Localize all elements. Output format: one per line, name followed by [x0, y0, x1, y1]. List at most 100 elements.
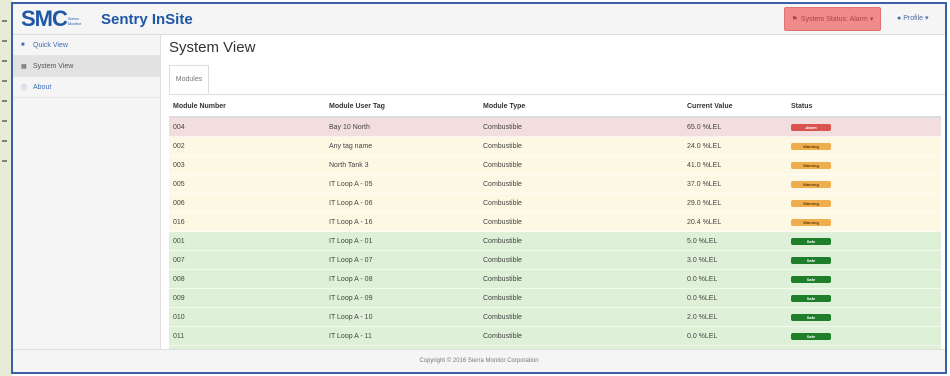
- status-badge: Safe: [791, 332, 831, 340]
- current-value-cell: 3.0 %LEL: [683, 250, 787, 270]
- table-row[interactable]: 010 IT Loop A - 10 Combustible 2.0 %LEL Safe: [169, 307, 941, 327]
- modules-table: Module Number Module User Tag Module Typ…: [169, 97, 941, 364]
- sidebar-item-about[interactable]: ⓘ About: [13, 77, 160, 98]
- status-badge: Safe: [791, 256, 831, 264]
- module-type-cell: Combustible: [479, 155, 683, 175]
- background-tick: [2, 120, 7, 122]
- status-badge: Warning: [791, 161, 831, 169]
- caret-down-icon: ▾: [924, 15, 929, 22]
- column-header-current-value[interactable]: Current Value: [683, 97, 787, 118]
- sidebar-item-label: System View: [33, 62, 74, 70]
- table-row[interactable]: 008 IT Loop A - 08 Combustible 0.0 %LEL Safe: [169, 269, 941, 289]
- status-cell: Safe: [787, 269, 941, 289]
- current-value-cell: 0.0 %LEL: [683, 269, 787, 289]
- module-type-cell: Combustible: [479, 174, 683, 194]
- status-cell: Safe: [787, 288, 941, 308]
- current-value-cell: 24.0 %LEL: [683, 136, 787, 156]
- current-value-cell: 5.0 %LEL: [683, 231, 787, 251]
- status-cell: Warning: [787, 212, 941, 232]
- status-cell: Warning: [787, 155, 941, 175]
- current-value-cell: 20.4 %LEL: [683, 212, 787, 232]
- background-tick: [2, 60, 7, 62]
- table-row[interactable]: 005 IT Loop A - 05 Combustible 37.0 %LEL War…: [169, 174, 941, 194]
- module-type-cell: Combustible: [479, 231, 683, 251]
- table-row[interactable]: 009 IT Loop A - 09 Combustible 0.0 %LEL Safe: [169, 288, 941, 308]
- module-number-cell: 005: [169, 174, 325, 194]
- module-number-cell: 003: [169, 155, 325, 175]
- module-number-cell: 004: [169, 116, 325, 137]
- background-tick: [2, 20, 7, 22]
- module-type-cell: Combustible: [479, 269, 683, 289]
- table-row[interactable]: 016 IT Loop A - 16 Combustible 20.4 %LEL War…: [169, 212, 941, 232]
- module-number-cell: 007: [169, 250, 325, 270]
- status-badge: Alarm: [791, 123, 831, 131]
- column-header-module-number[interactable]: Module Number: [169, 97, 325, 118]
- module-user-tag-cell: IT Loop A - 11: [325, 326, 479, 346]
- table-row[interactable]: 006 IT Loop A - 06 Combustible 29.0 %LEL War…: [169, 193, 941, 213]
- column-header-module-user-tag[interactable]: Module User Tag: [325, 97, 479, 118]
- sidebar-item-system-view[interactable]: ▦ System View: [13, 56, 160, 77]
- user-icon: ●: [897, 15, 902, 22]
- module-type-cell: Combustible: [479, 212, 683, 232]
- bell-icon: ⚑: [791, 16, 798, 23]
- module-type-cell: Combustible: [479, 136, 683, 156]
- module-type-cell: Combustible: [479, 250, 683, 270]
- background-tick: [2, 80, 7, 82]
- module-number-cell: 016: [169, 212, 325, 232]
- caret-down-icon: ▾: [869, 16, 874, 23]
- column-header-module-type[interactable]: Module Type: [479, 97, 683, 118]
- module-user-tag-cell: IT Loop A - 07: [325, 250, 479, 270]
- table-row[interactable]: 001 IT Loop A - 01 Combustible 5.0 %LEL Safe: [169, 231, 941, 251]
- status-badge: Safe: [791, 237, 831, 245]
- module-type-cell: Combustible: [479, 193, 683, 213]
- module-number-cell: 009: [169, 288, 325, 308]
- status-badge: Safe: [791, 275, 831, 283]
- tab-modules[interactable]: Modules: [169, 65, 209, 94]
- module-user-tag-cell: IT Loop A - 01: [325, 231, 479, 251]
- sidebar-item-quick-view[interactable]: ■ Quick View: [13, 35, 160, 56]
- main-content: System View Modules Module Number Module…: [161, 35, 945, 364]
- info-icon: ⓘ: [21, 85, 28, 92]
- system-status-alarm-button[interactable]: ⚑ System Status: Alarm ▾: [784, 7, 881, 31]
- module-number-cell: 008: [169, 269, 325, 289]
- status-cell: Safe: [787, 307, 941, 327]
- alarm-button-label: System Status: Alarm: [800, 15, 868, 23]
- logo-mark: SMC: [21, 6, 68, 31]
- current-value-cell: 65.0 %LEL: [683, 116, 787, 137]
- smc-logo[interactable]: SMC Sierra Monitor: [21, 7, 88, 31]
- table-row[interactable]: 007 IT Loop A - 07 Combustible 3.0 %LEL Safe: [169, 250, 941, 270]
- table-row[interactable]: 002 Any tag name Combustible 24.0 %LEL Warni…: [169, 136, 941, 156]
- brand-name[interactable]: Sentry InSite: [101, 11, 193, 28]
- table-row[interactable]: 004 Bay 10 North Combustible 65.0 %LEL Alarm: [169, 116, 941, 137]
- table-row[interactable]: 003 North Tank 3 Combustible 41.0 %LEL Warni…: [169, 155, 941, 175]
- status-cell: Warning: [787, 193, 941, 213]
- current-value-cell: 2.0 %LEL: [683, 307, 787, 327]
- profile-menu[interactable]: ● Profile ▾: [897, 14, 929, 22]
- status-cell: Safe: [787, 326, 941, 346]
- module-number-cell: 011: [169, 326, 325, 346]
- page-title: System View: [169, 39, 256, 56]
- column-header-status[interactable]: Status: [787, 97, 941, 118]
- status-cell: Safe: [787, 231, 941, 251]
- status-cell: Alarm: [787, 116, 941, 137]
- module-number-cell: 010: [169, 307, 325, 327]
- table-row[interactable]: 011 IT Loop A - 11 Combustible 0.0 %LEL Safe: [169, 326, 941, 346]
- status-badge: Safe: [791, 294, 831, 302]
- app-window: SMC Sierra Monitor Sentry InSite ⚑ Syste…: [11, 2, 947, 374]
- grid-icon: ▦: [21, 63, 27, 70]
- logo-subtext: Sierra Monitor: [67, 16, 82, 26]
- module-user-tag-cell: IT Loop A - 08: [325, 269, 479, 289]
- table-body: 004 Bay 10 North Combustible 65.0 %LEL Alarm…: [169, 116, 941, 364]
- status-badge: Warning: [791, 199, 831, 207]
- module-type-cell: Combustible: [479, 326, 683, 346]
- status-badge: Warning: [791, 218, 831, 226]
- module-user-tag-cell: IT Loop A - 06: [325, 193, 479, 213]
- current-value-cell: 0.0 %LEL: [683, 288, 787, 308]
- status-cell: Warning: [787, 136, 941, 156]
- status-badge: Warning: [791, 142, 831, 150]
- status-cell: Safe: [787, 250, 941, 270]
- module-user-tag-cell: IT Loop A - 10: [325, 307, 479, 327]
- module-user-tag-cell: Bay 10 North: [325, 116, 479, 137]
- background-tick: [2, 160, 7, 162]
- current-value-cell: 29.0 %LEL: [683, 193, 787, 213]
